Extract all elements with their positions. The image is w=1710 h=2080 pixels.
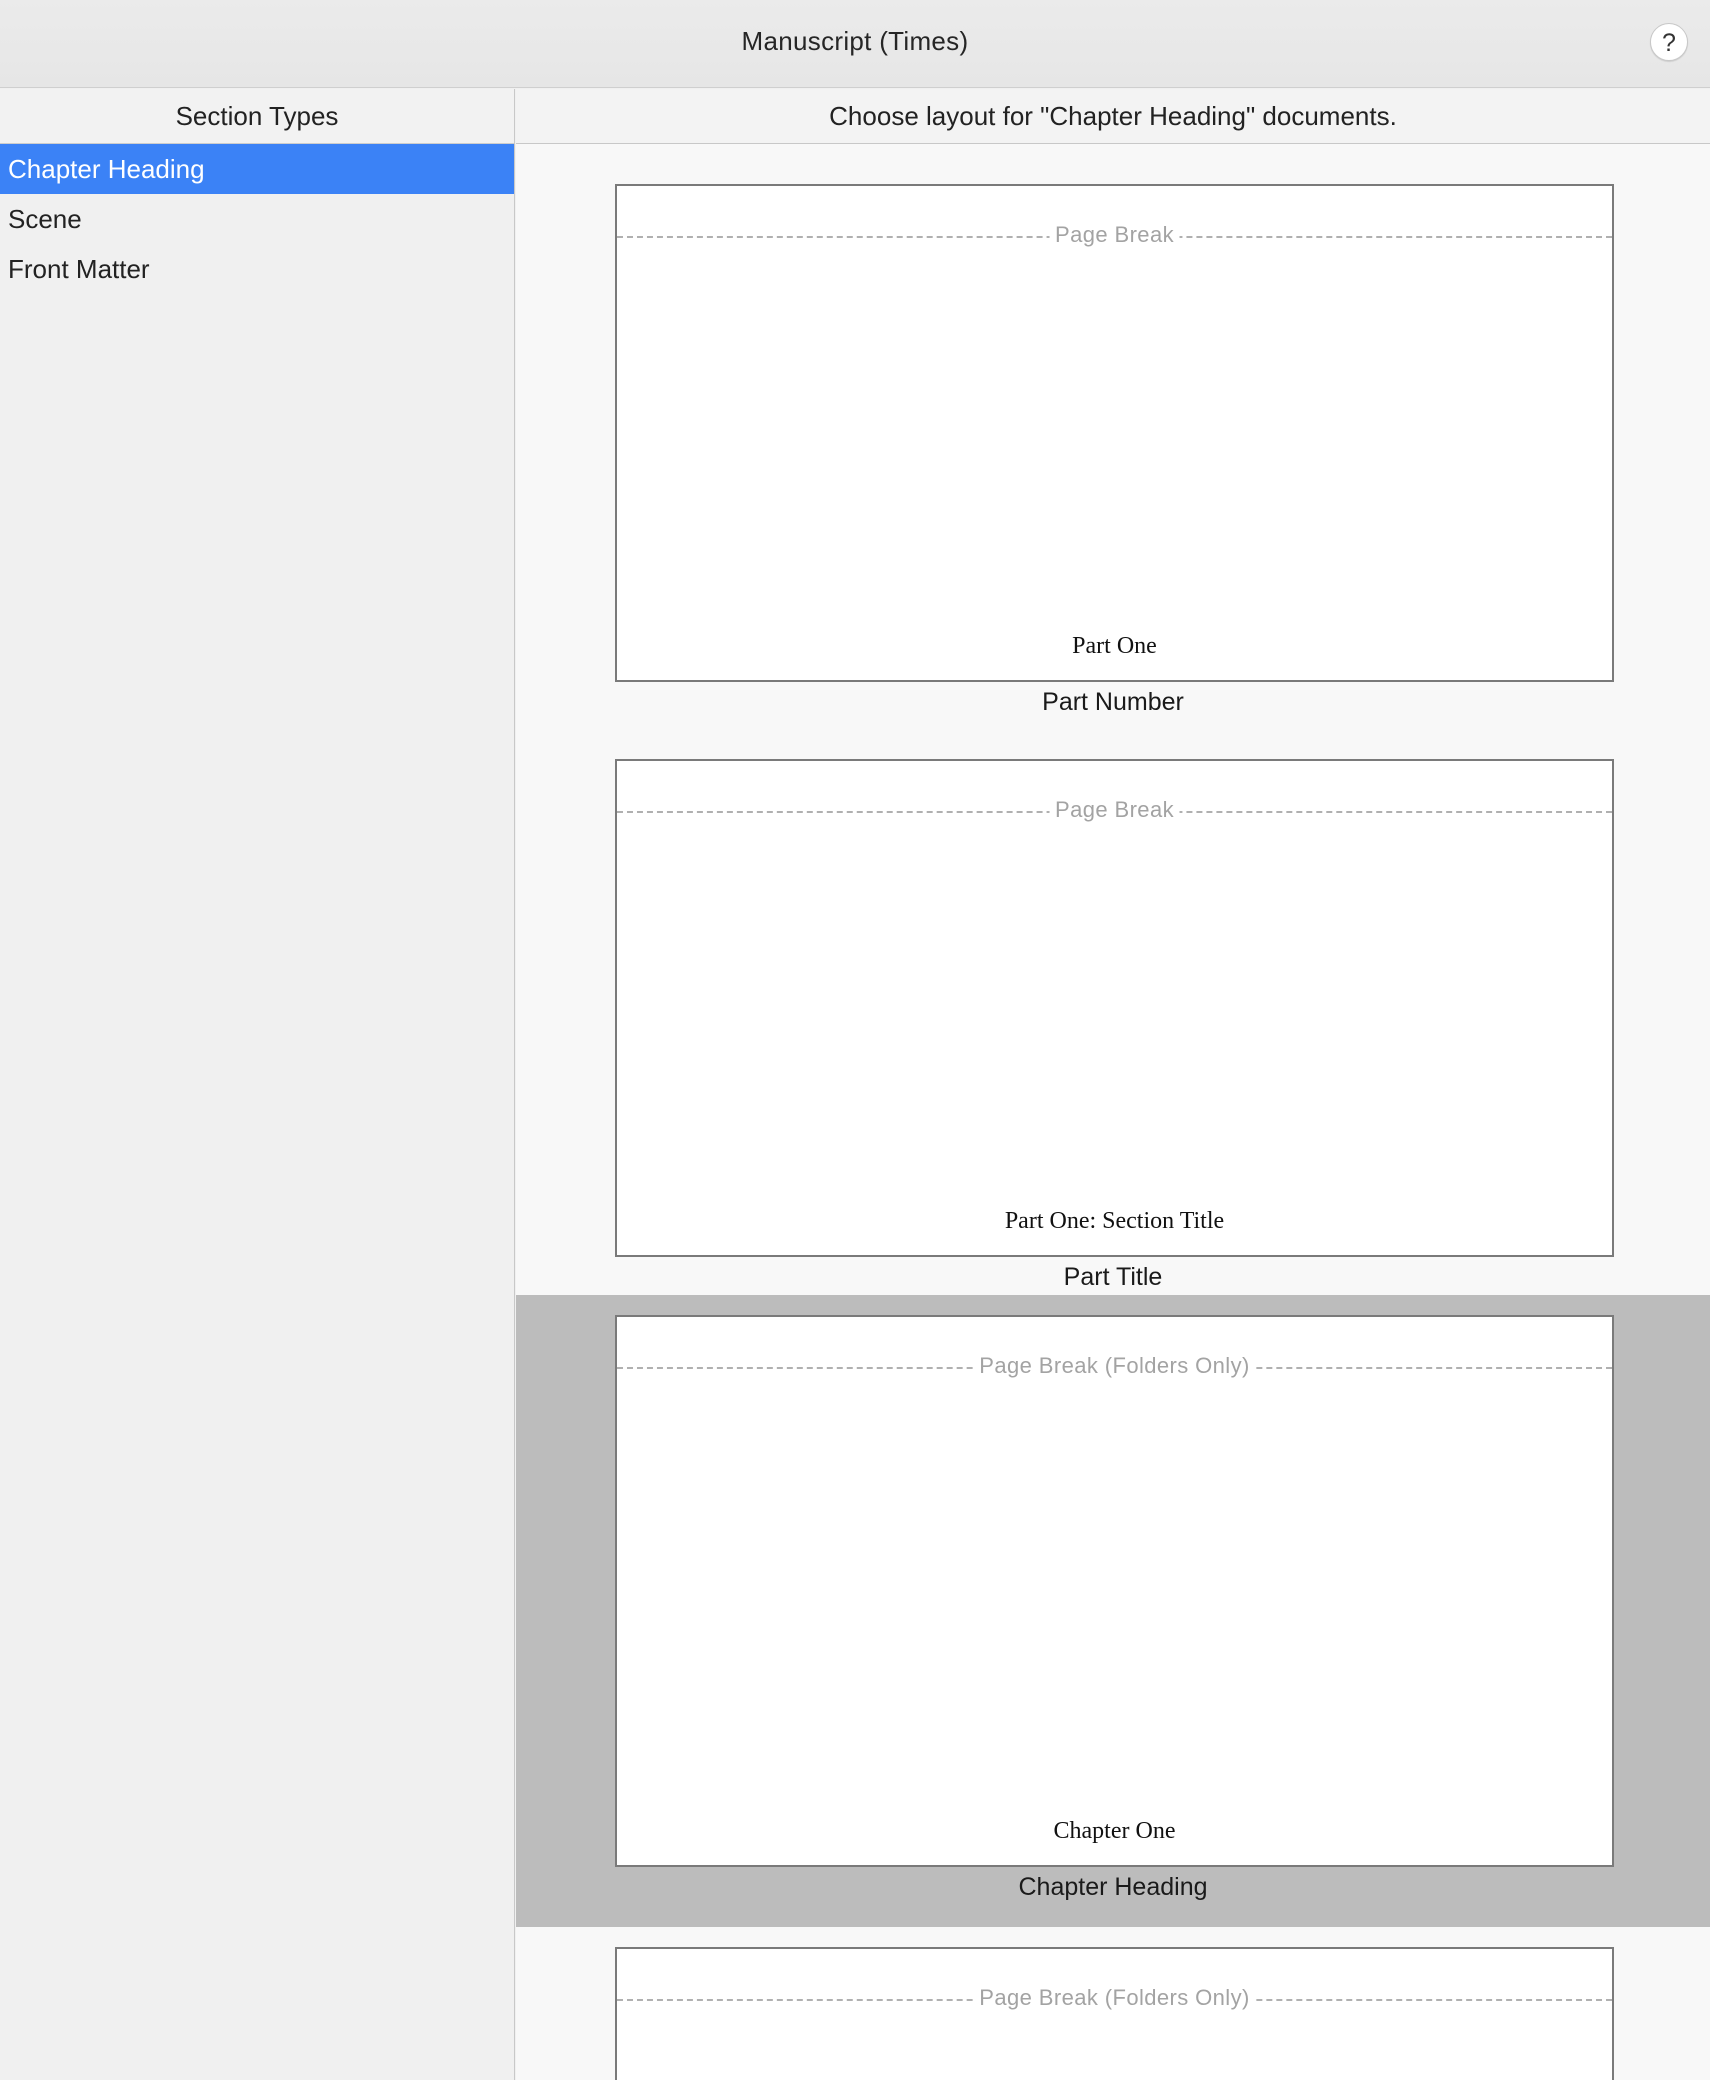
page-preview: Page Break (Folders Only) [615, 1947, 1614, 2080]
page-break-label: Page Break [1049, 222, 1180, 248]
layout-caption: Part Number [1042, 688, 1184, 716]
page-break-label: Page Break (Folders Only) [973, 1985, 1256, 2011]
layout-caption: Part Title [1063, 1263, 1163, 1291]
preview-text: Part One: Section Title [1004, 1208, 1225, 1234]
layout-caption: Chapter Heading [1018, 1873, 1208, 1901]
preview-text: Part One [1072, 633, 1157, 659]
section-types-pane: Section Types Chapter Heading Scene Fron… [0, 89, 515, 2080]
section-item-chapter-heading[interactable]: Chapter Heading [0, 144, 514, 194]
section-types-header: Section Types [0, 89, 514, 144]
layout-option-part-title[interactable]: Page Break Part One: Section Title Part … [516, 719, 1710, 1295]
title-bar: Manuscript (Times) ? [0, 0, 1710, 88]
page-preview: Page Break (Folders Only) Chapter One [615, 1315, 1614, 1867]
section-item-front-matter[interactable]: Front Matter [0, 244, 514, 294]
layout-chooser-header: Choose layout for "Chapter Heading" docu… [516, 89, 1710, 144]
page-break-label: Page Break [1049, 797, 1180, 823]
layout-option-part-number[interactable]: Page Break Part One Part Number [516, 144, 1710, 719]
layout-option-chapter-heading[interactable]: Page Break (Folders Only) Chapter One Ch… [516, 1295, 1710, 1927]
page-break-label: Page Break (Folders Only) [973, 1353, 1256, 1379]
window-title: Manuscript (Times) [741, 26, 969, 56]
layout-chooser-pane: Choose layout for "Chapter Heading" docu… [516, 89, 1710, 2080]
section-types-list: Chapter Heading Scene Front Matter [0, 144, 514, 294]
page-preview: Page Break Part One: Section Title [615, 759, 1614, 1257]
page-preview: Page Break Part One [615, 184, 1614, 682]
preview-text: Chapter One [1053, 1818, 1176, 1844]
layout-option-4[interactable]: Page Break (Folders Only) [516, 1927, 1710, 2080]
section-layout-window: Manuscript (Times) ? Section Types Chapt… [0, 0, 1710, 2080]
section-item-scene[interactable]: Scene [0, 194, 514, 244]
help-button[interactable]: ? [1650, 23, 1688, 61]
layout-list[interactable]: Page Break Part One Part Number Page Bre… [516, 144, 1710, 2080]
